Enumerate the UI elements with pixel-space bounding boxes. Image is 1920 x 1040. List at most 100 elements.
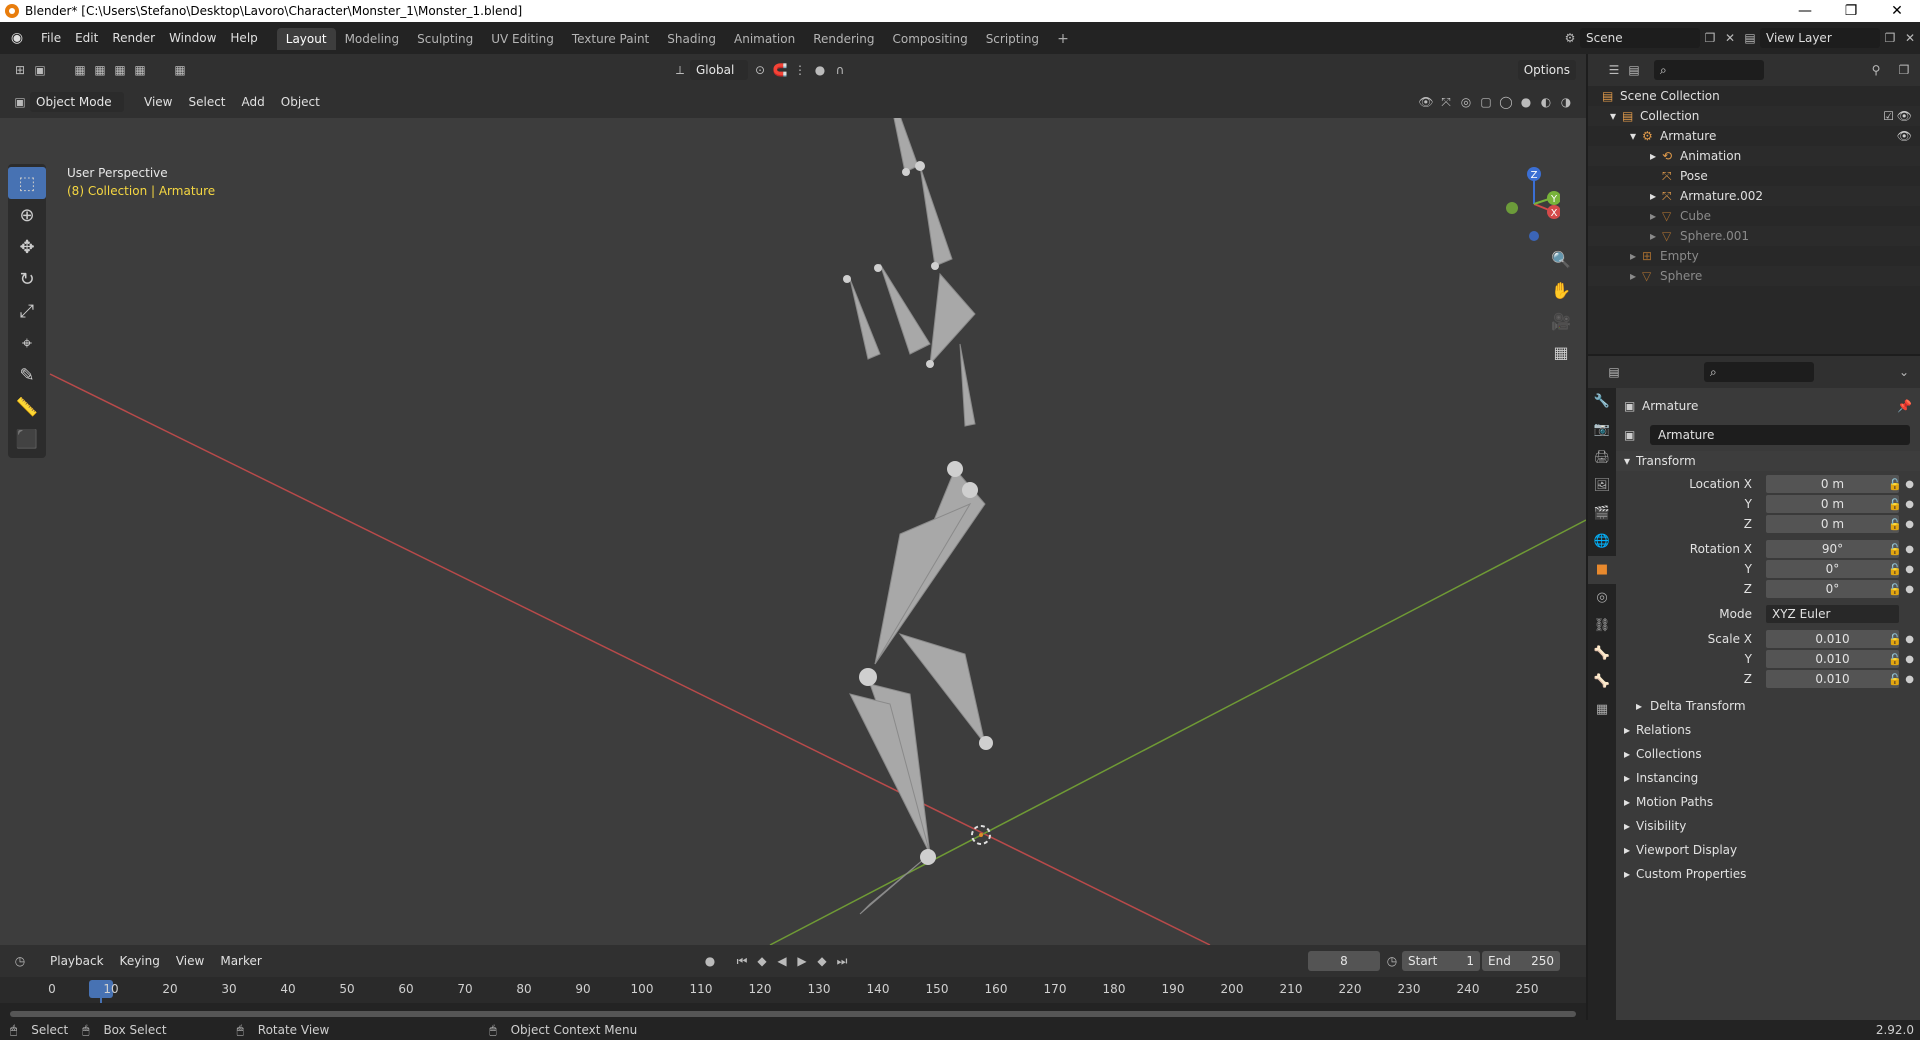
- view-layer-browse-icon[interactable]: ▤: [1740, 31, 1760, 45]
- 3d-viewport[interactable]: ⊞ ▣ ▦ ▦ ▦ ▦ ▦ ⟂ Global ⊙ 🧲 ⋮ ● ∩ Options…: [0, 54, 1586, 945]
- timeline-menu-playback[interactable]: Playback: [42, 954, 112, 968]
- view-layer-tab-icon[interactable]: 🖼: [1588, 472, 1616, 500]
- properties-editor-type-icon[interactable]: ▤: [1604, 365, 1624, 379]
- restore-button[interactable]: ❐: [1828, 0, 1874, 22]
- expand-arrow-icon[interactable]: ▸: [1650, 146, 1656, 166]
- pan-hand-icon[interactable]: ✋: [1548, 281, 1574, 312]
- timeline-scrollbar[interactable]: [10, 1011, 1576, 1017]
- expand-arrow-icon[interactable]: ▾: [1630, 126, 1636, 146]
- proportional-falloff-icon[interactable]: ∩: [830, 63, 850, 77]
- properties-search-input[interactable]: ⌕: [1704, 362, 1814, 382]
- tab-texture-paint[interactable]: Texture Paint: [563, 28, 658, 50]
- outliner-item-empty[interactable]: ▸ ⊞ Empty: [1588, 246, 1920, 266]
- outliner-editor[interactable]: ☰ ▤ ⌕ ⚲ ❐ ▤ Scene Collection ▾ ▤ Collection ☑…: [1588, 54, 1920, 354]
- lock-icon[interactable]: 🔓: [1888, 673, 1902, 686]
- keyframe-dot-icon[interactable]: ●: [1905, 634, 1914, 645]
- snap-icon[interactable]: 🧲: [770, 63, 790, 77]
- pin-icon[interactable]: 📌: [1897, 399, 1912, 413]
- scale-x-field[interactable]: 0.010: [1766, 630, 1899, 648]
- physics-tab-icon[interactable]: ◎: [1588, 584, 1616, 612]
- scale-y-field[interactable]: 0.010: [1766, 650, 1899, 668]
- outliner-item-pose[interactable]: ⤧ Pose: [1588, 166, 1920, 186]
- visibility-eye-icon[interactable]: 👁: [1897, 126, 1912, 146]
- view-layer-remove-icon[interactable]: ✕: [1900, 31, 1920, 45]
- outliner-item-scene-collection[interactable]: ▤ Scene Collection: [1588, 86, 1920, 106]
- pivot-point-icon[interactable]: ⊙: [750, 63, 770, 77]
- outliner-item-armature-002[interactable]: ▸ ⤧ Armature.002: [1588, 186, 1920, 206]
- output-tab-icon[interactable]: 🖨: [1588, 444, 1616, 472]
- exclude-checkbox[interactable]: 👁: [1897, 106, 1912, 126]
- rotation-x-field[interactable]: 90°: [1766, 540, 1899, 558]
- view-layer-new-icon[interactable]: ❐: [1880, 31, 1900, 45]
- end-frame-field[interactable]: End 250: [1482, 951, 1560, 971]
- select-box-invert-icon[interactable]: ▦: [130, 63, 150, 77]
- tab-animation[interactable]: Animation: [725, 28, 804, 50]
- overlay-toggle-icon[interactable]: ◎: [1456, 95, 1476, 109]
- rotation-mode-dropdown[interactable]: XYZ Euler: [1766, 605, 1899, 623]
- panel-collapse-chevron-icon[interactable]: ▸: [1624, 723, 1630, 737]
- rotate-tool-icon[interactable]: ↻: [8, 263, 46, 295]
- current-frame-field[interactable]: 8: [1308, 951, 1380, 971]
- minimize-button[interactable]: —: [1782, 0, 1828, 22]
- keyframe-dot-icon[interactable]: ●: [1905, 519, 1914, 530]
- object-name-field[interactable]: Armature: [1650, 425, 1910, 445]
- exclude-checkbox[interactable]: ☑: [1883, 106, 1894, 126]
- timeline-menu-view[interactable]: View: [168, 954, 212, 968]
- keyframe-dot-icon[interactable]: ●: [1905, 564, 1914, 575]
- tab-compositing[interactable]: Compositing: [883, 28, 976, 50]
- lock-icon[interactable]: 🔓: [1888, 583, 1902, 596]
- menu-help[interactable]: Help: [223, 31, 264, 45]
- scene-browse-icon[interactable]: ⚙: [1560, 31, 1580, 45]
- outliner-item-animation[interactable]: ▸ ⟲ Animation: [1588, 146, 1920, 166]
- tab-rendering[interactable]: Rendering: [804, 28, 883, 50]
- select-box-subtract-icon[interactable]: ▦: [110, 63, 130, 77]
- location-z-field[interactable]: 0 m: [1766, 515, 1899, 533]
- keyframe-dot-icon[interactable]: ●: [1905, 654, 1914, 665]
- close-button[interactable]: ✕: [1874, 0, 1920, 22]
- select-box-new-icon[interactable]: ▦: [70, 63, 90, 77]
- rotation-z-field[interactable]: 0°: [1766, 580, 1899, 598]
- viewport-menu-select[interactable]: Select: [180, 95, 233, 109]
- transform-tool-icon[interactable]: ⌖: [8, 327, 46, 359]
- tab-shading[interactable]: Shading: [658, 28, 725, 50]
- scene-name-field[interactable]: Scene: [1580, 28, 1700, 48]
- jump-keyframe-forward-icon[interactable]: ◆: [812, 954, 832, 968]
- timeline-menu-marker[interactable]: Marker: [212, 954, 269, 968]
- rotation-y-field[interactable]: 0°: [1766, 560, 1899, 578]
- expand-arrow-icon[interactable]: ▸: [1650, 206, 1656, 226]
- jump-end-icon[interactable]: ⏭: [832, 954, 852, 969]
- view-layer-field[interactable]: View Layer: [1760, 28, 1880, 48]
- lock-icon[interactable]: 🔓: [1888, 563, 1902, 576]
- keyframe-dot-icon[interactable]: ●: [1905, 499, 1914, 510]
- proportional-edit-icon[interactable]: ●: [810, 63, 830, 77]
- scale-tool-icon[interactable]: ⤢: [8, 295, 46, 327]
- scene-remove-icon[interactable]: ✕: [1720, 31, 1740, 45]
- panel-visibility[interactable]: ▸ Visibility: [1616, 816, 1920, 836]
- outliner-item-cube[interactable]: ▸ ▽ Cube: [1588, 206, 1920, 226]
- lock-icon[interactable]: 🔓: [1888, 653, 1902, 666]
- add-cube-tool-icon[interactable]: ⬛: [8, 423, 46, 455]
- object-mode-dropdown[interactable]: Object Mode: [30, 92, 124, 112]
- outliner-search-input[interactable]: ⌕: [1654, 60, 1764, 80]
- menu-file[interactable]: File: [34, 31, 68, 45]
- outliner-item-armature[interactable]: ▾ ⚙ Armature 👁: [1588, 126, 1920, 146]
- tab-sculpting[interactable]: Sculpting: [408, 28, 482, 50]
- object-tab-icon[interactable]: ■: [1588, 556, 1616, 584]
- tab-uv-editing[interactable]: UV Editing: [482, 28, 563, 50]
- world-tab-icon[interactable]: 🌐: [1588, 528, 1616, 556]
- preview-range-icon[interactable]: ◷: [1382, 954, 1402, 968]
- keyframe-dot-icon[interactable]: ●: [1905, 674, 1914, 685]
- panel-instancing[interactable]: ▸ Instancing: [1616, 768, 1920, 788]
- rendered-shading-icon[interactable]: ◑: [1556, 95, 1576, 109]
- blender-logo-icon[interactable]: ◉: [0, 30, 34, 46]
- tab-layout[interactable]: Layout: [276, 28, 336, 50]
- lock-icon[interactable]: 🔓: [1888, 518, 1902, 531]
- cursor-tool-icon[interactable]: ⊕: [8, 199, 46, 231]
- menu-window[interactable]: Window: [162, 31, 223, 45]
- properties-options-icon[interactable]: ⌄: [1894, 365, 1914, 379]
- camera-view-icon[interactable]: 🎥: [1548, 312, 1574, 343]
- select-box-intersect-icon[interactable]: ▦: [170, 63, 190, 77]
- outliner-editor-type-icon[interactable]: ☰: [1604, 63, 1624, 77]
- transform-orientation-dropdown[interactable]: Global: [690, 60, 748, 80]
- lock-icon[interactable]: 🔓: [1888, 543, 1902, 556]
